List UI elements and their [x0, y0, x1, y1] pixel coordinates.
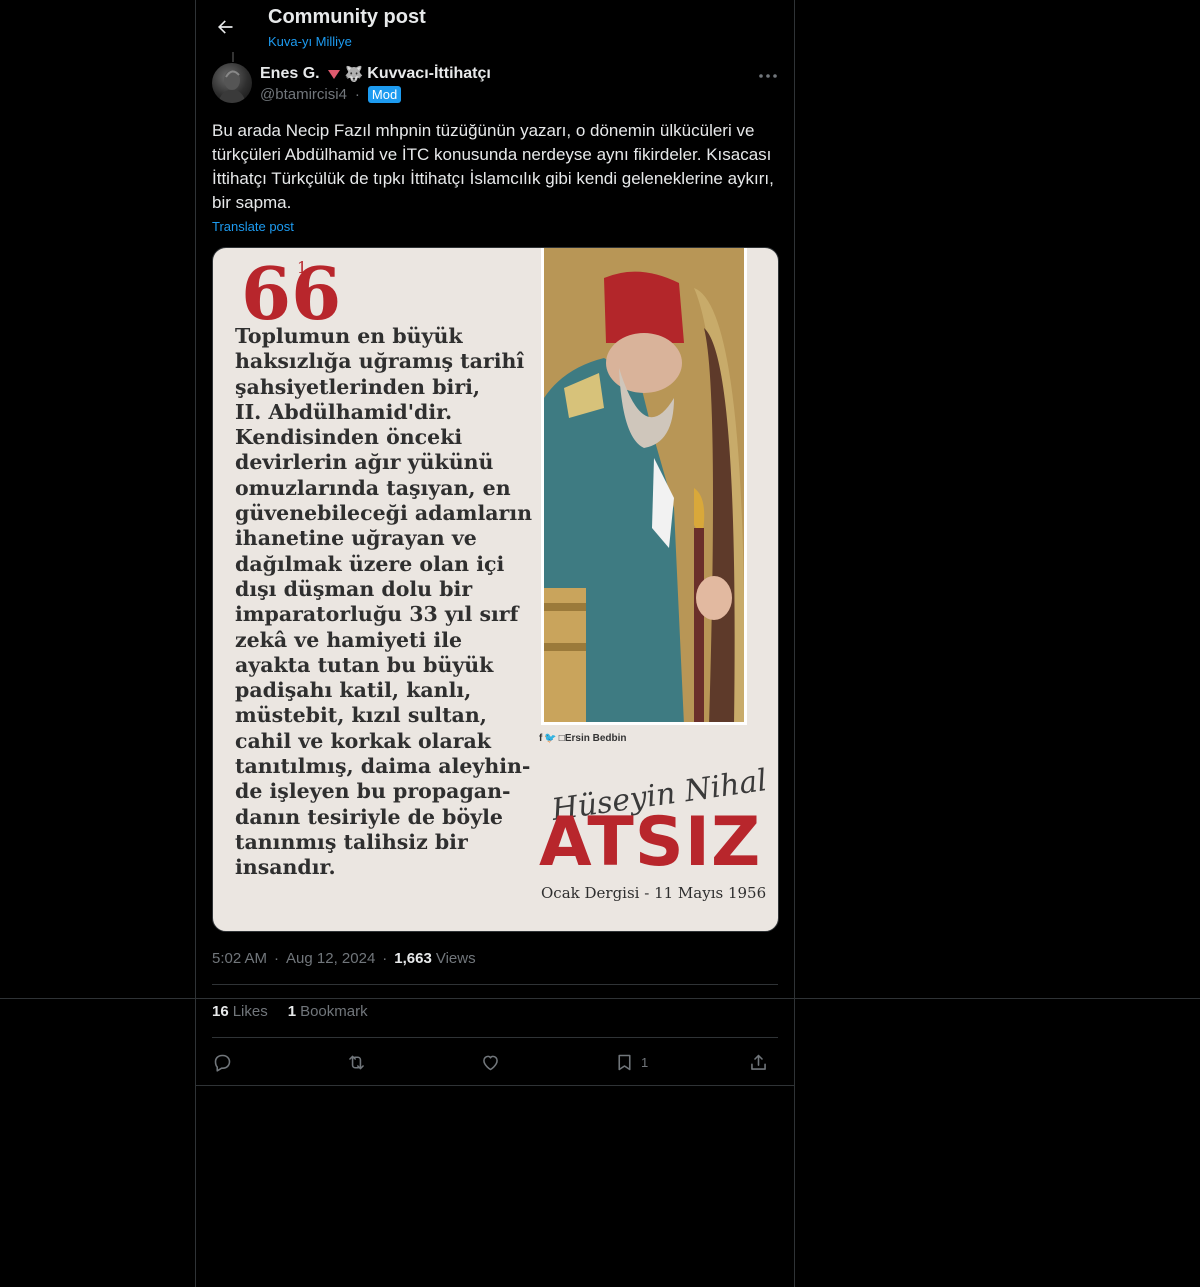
source-text: Ocak Dergisi - 11 Mayıs 1956 — [541, 884, 767, 902]
post-bottom-border — [195, 1085, 795, 1086]
repost-icon — [349, 1055, 364, 1069]
views-label: Views — [435, 950, 476, 967]
more-icon — [759, 74, 777, 78]
reply-button[interactable] — [212, 1050, 233, 1074]
reply-icon — [214, 1054, 231, 1072]
bookmarks-count: 1 — [287, 1003, 297, 1020]
portrait-photo — [541, 248, 747, 725]
mod-badge: Mod — [367, 86, 402, 103]
photo-credit: f 🐦 □Ersin Bedbin — [539, 733, 627, 744]
community-link[interactable]: Kuva-yı Milliye — [268, 34, 352, 49]
bookmark-count: 1 — [641, 1054, 649, 1070]
handle-separator: · — [354, 86, 360, 103]
author-handle-row: @btamircisi4 · Mod — [260, 86, 402, 103]
repost-button[interactable] — [346, 1050, 367, 1074]
page-title: Community post — [268, 6, 426, 28]
portrait-illustration — [544, 248, 744, 722]
quote-mark: 66 — [241, 251, 342, 336]
section-divider-line — [0, 998, 1200, 999]
post-meta: 5:02 AM · Aug 12, 2024 · 1,663 Views — [212, 950, 476, 967]
page-header: Community post Kuva-yı Milliye — [196, 0, 794, 56]
avatar[interactable] — [212, 63, 252, 103]
like-icon — [483, 1055, 498, 1070]
meta-separator-1: · — [274, 950, 280, 967]
action-bar: 1 — [212, 1050, 778, 1076]
likes-stat[interactable]: 16 Likes — [212, 1003, 268, 1020]
likes-count: 16 — [212, 1003, 229, 1020]
avatar-image — [218, 70, 246, 103]
back-button[interactable] — [208, 10, 242, 44]
views-count: 1,663 — [394, 950, 432, 967]
meta-separator-2: · — [382, 950, 388, 967]
author-name-suffix[interactable]: Kuvvacı-İttihatçı — [367, 65, 491, 83]
share-icon — [751, 1054, 766, 1070]
author-handle[interactable]: @btamircisi4 — [260, 86, 347, 103]
post-image[interactable]: 66 1 Toplumun en büyük haksızlığa uğramı… — [212, 247, 779, 932]
more-button[interactable] — [756, 64, 780, 88]
author-name-row[interactable]: Enes G. 🐺 Kuvvacı-İttihatçı — [260, 65, 491, 83]
post-column: Community post Kuva-yı Milliye Enes G. 🐺… — [195, 0, 795, 1287]
post-text: Bu arada Necip Fazıl mhpnin tüzüğünün ya… — [212, 121, 774, 212]
red-triangle-icon — [327, 69, 340, 79]
post-time[interactable]: 5:02 AM — [212, 950, 267, 967]
author-logo-text: ATSIZ — [539, 803, 762, 882]
bookmarks-label: Bookmark — [300, 1003, 368, 1020]
quote-footnote: 1 — [297, 258, 308, 277]
divider-stats — [212, 1037, 778, 1038]
thread-line — [232, 52, 234, 62]
quote-text: Toplumun en büyük haksızlığa uğramış tar… — [235, 324, 533, 880]
bookmark-button[interactable]: 1 — [614, 1050, 648, 1074]
divider-meta — [212, 984, 778, 985]
likes-label: Likes — [232, 1003, 268, 1020]
wolf-icon: 🐺 — [344, 66, 364, 83]
like-button[interactable] — [480, 1050, 501, 1074]
translate-post-link[interactable]: Translate post — [212, 219, 294, 234]
bookmarks-stat[interactable]: 1 Bookmark — [288, 1003, 368, 1020]
post-stats: 16 Likes 1 Bookmark — [212, 1003, 388, 1020]
post-date[interactable]: Aug 12, 2024 — [286, 950, 375, 967]
author-name[interactable]: Enes G. — [260, 65, 320, 83]
back-arrow-icon — [218, 20, 233, 34]
bookmark-icon — [618, 1054, 631, 1070]
share-button[interactable] — [748, 1050, 769, 1074]
